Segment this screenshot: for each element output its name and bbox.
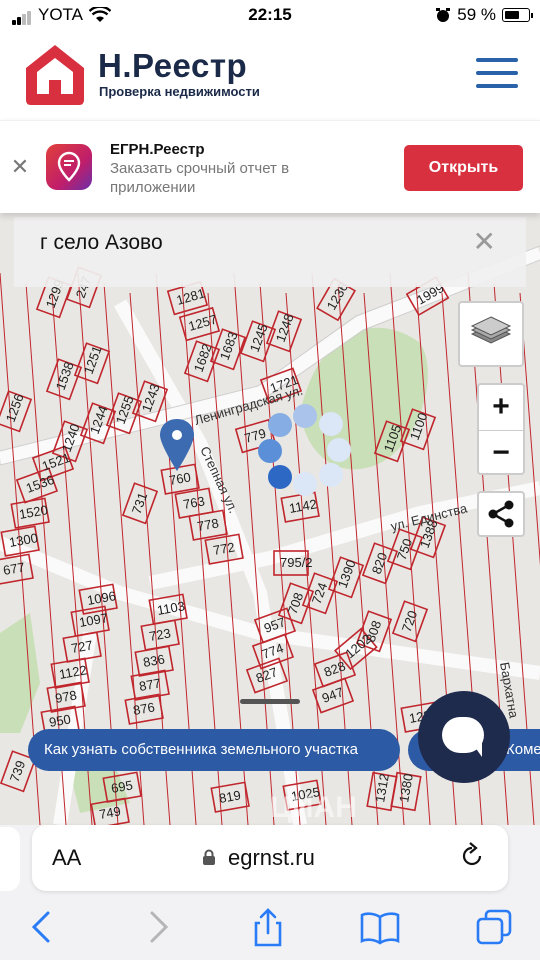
park-area (0, 613, 40, 733)
zoom-control: + − (477, 383, 525, 475)
parcel-number-label: 695 (110, 777, 134, 796)
parcel-number-label: 819 (218, 787, 242, 806)
url-text[interactable]: egrnst.ru (228, 845, 315, 871)
alarm-icon (436, 8, 451, 22)
address-search-box[interactable]: г село Азово ✕ (14, 217, 526, 287)
browser-bottom-bar: AA egrnst.ru (0, 825, 540, 960)
parcel-number-label: 1281 (175, 285, 207, 307)
zoom-in-button[interactable]: + (479, 385, 523, 430)
chat-button[interactable] (418, 691, 510, 783)
app-description: Заказать срочный отчет в приложении (110, 160, 290, 196)
address-bar[interactable]: AA egrnst.ru (32, 825, 508, 891)
parcel-number-label: 1257 (187, 311, 219, 333)
zoom-out-button[interactable]: − (479, 430, 523, 475)
status-bar: YOTA 22:15 59 % (0, 0, 540, 30)
battery-percent: 59 % (457, 5, 496, 24)
parcel-number-label: 1520 (18, 502, 49, 522)
back-icon[interactable] (22, 907, 62, 947)
search-query[interactable]: г село Азово (40, 231, 163, 255)
battery-icon (502, 8, 533, 22)
parcel-number-label: 723 (148, 625, 172, 644)
watermark: ЦИАН (270, 791, 357, 824)
site-header: Н.Реестр Проверка недвижимости (0, 30, 540, 120)
browser-toolbar (0, 903, 540, 953)
app-title: ЕГРН.Реестр (110, 141, 205, 158)
previous-tab-edge[interactable] (0, 827, 20, 891)
lock-icon (203, 849, 215, 865)
clear-search-icon[interactable]: ✕ (473, 225, 496, 258)
cadastral-map[interactable]: 1281 1257 247 1299 1236 1999 1251 1538 1682 1683 1… (0, 213, 540, 825)
layers-icon (470, 316, 512, 344)
screen: YOTA 22:15 59 % Н.Реестр Проверка недвиж… (0, 0, 540, 960)
parcel-number-label: 820 (369, 551, 391, 577)
parcel-number-label: 750 (394, 537, 416, 563)
parcel-number-label: 1300 (8, 530, 39, 550)
parcel-number-label: 772 (212, 539, 236, 558)
loading-spinner-icon (258, 404, 351, 496)
brand-name[interactable]: Н.Реестр (98, 47, 247, 85)
share-map-button[interactable] (477, 491, 525, 537)
parcel-number-label: 778 (196, 515, 220, 534)
parcel-number-label: 877 (138, 675, 162, 694)
layers-button[interactable] (458, 301, 524, 367)
hamburger-menu-icon[interactable] (476, 58, 518, 92)
parcel-number-label: 708 (285, 591, 307, 617)
parcel-number-label: 1142 (288, 496, 318, 516)
house-logo-icon[interactable] (22, 42, 88, 108)
drag-handle[interactable] (240, 699, 300, 704)
parcel-number-label: 1096 (86, 588, 117, 608)
open-app-button[interactable]: Открыть (404, 145, 523, 191)
parcel-number-label: 795/2 (280, 555, 313, 570)
reload-icon[interactable] (458, 842, 486, 870)
parcel-number-label: 763 (182, 493, 206, 512)
parcel-number-label: 1380 (396, 772, 416, 803)
parcel-number-label: 731 (129, 491, 151, 517)
app-icon[interactable] (46, 144, 92, 190)
bookmarks-icon[interactable] (360, 907, 400, 947)
parcel-number-label: 749 (98, 803, 122, 822)
reader-settings-button[interactable]: AA (52, 845, 81, 871)
parcel-number-label: 836 (142, 651, 166, 670)
parcel-number-label: 876 (132, 699, 156, 718)
forward-icon[interactable] (138, 907, 178, 947)
share-icon (488, 500, 514, 528)
close-icon[interactable]: ✕ (10, 156, 30, 178)
tabs-icon[interactable] (474, 907, 514, 947)
location-pin-icon[interactable] (160, 419, 194, 471)
share-icon[interactable] (248, 907, 288, 947)
info-pill-owner[interactable]: Как узнать собственника земельного участ… (28, 729, 400, 771)
parcel-number-label: 724 (309, 581, 331, 607)
app-banner: ✕ ЕГРН.Реестр Заказать срочный отчет в п… (0, 120, 540, 213)
parcel-number-label: 1312 (372, 772, 392, 803)
parcel-number-label: 720 (399, 609, 421, 635)
brand-subtitle: Проверка недвижимости (99, 84, 260, 99)
parcel-number-label: 760 (168, 469, 192, 488)
parcel-number-label: 739 (7, 759, 29, 785)
